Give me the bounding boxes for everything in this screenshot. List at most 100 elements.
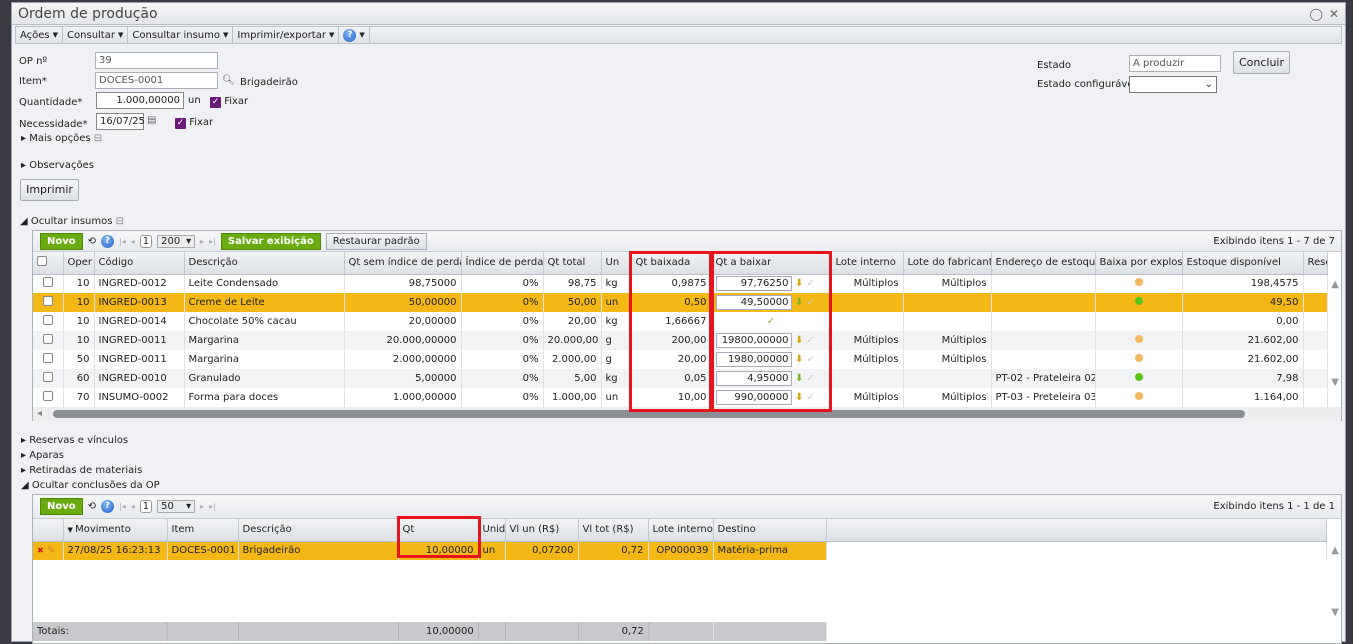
retiradas-toggle[interactable]: ▸ Retiradas de materiais (21, 465, 142, 476)
prev-page-icon[interactable]: ◂ (131, 237, 135, 246)
row-checkbox[interactable] (42, 391, 53, 401)
column-header[interactable]: Código (94, 252, 185, 275)
qt-a-baixar-input[interactable]: 4,95000 (715, 371, 792, 386)
table-row[interactable]: 70 INSUMO-0002 Forma para doces 1.000,00000… (33, 388, 1328, 407)
row-checkbox[interactable] (42, 315, 53, 325)
scroll-up-icon[interactable]: ▲ (1331, 279, 1339, 290)
row-checkbox[interactable] (42, 277, 53, 288)
prev-page-icon[interactable]: ◂ (131, 502, 135, 511)
salvar-exibicao-button[interactable]: Salvar exibição (220, 232, 321, 250)
reservas-toggle[interactable]: ▸ Reservas e vínculos (21, 435, 128, 446)
ocultar-insumos-toggle[interactable]: ◢ Ocultar insumos ⊟ (20, 216, 124, 227)
edit-pencil-icon[interactable]: ✎ (44, 545, 55, 556)
column-header[interactable]: ▼ Movimento (63, 519, 168, 542)
column-header[interactable]: Descrição (238, 519, 399, 542)
table-row[interactable]: 10 INGRED-0013 Creme de Leite 50,00000 0% 50,… (33, 293, 1328, 312)
op-number-field[interactable]: 39 (95, 52, 218, 69)
column-header[interactable]: Oper (63, 252, 95, 275)
row-checkbox[interactable] (42, 296, 53, 306)
menu-acoes[interactable]: Ações ▼ (16, 27, 64, 43)
delete-icon[interactable]: ✖ (37, 546, 44, 555)
qt-a-baixar-input[interactable]: 19800,00000 (715, 333, 792, 348)
comment-icon[interactable]: ◯ (1310, 7, 1323, 21)
column-header[interactable]: Qt (398, 519, 479, 542)
aparas-toggle[interactable]: ▸ Aparas (21, 450, 64, 461)
column-header[interactable]: Endereço de estoque (991, 252, 1096, 275)
need-date-field[interactable]: 16/07/25 (96, 113, 145, 130)
novo-button[interactable]: Novo (40, 232, 83, 250)
column-header[interactable]: Vl tot (R$) (578, 519, 649, 542)
confirm-check-icon[interactable]: ✓ (803, 373, 815, 384)
print-button[interactable]: Imprimir (20, 179, 79, 201)
qt-a-baixar-input[interactable]: 49,50000 (715, 295, 792, 310)
search-icon[interactable]: 🔍︎ (222, 75, 235, 86)
column-header[interactable]: Vl un (R$) (505, 519, 579, 542)
estado-configuravel-select[interactable]: ⌄ (1129, 76, 1217, 93)
scroll-up-icon[interactable]: ▲ (1331, 545, 1339, 556)
arrow-down-icon[interactable]: ⬇ (792, 278, 803, 289)
page-size-select[interactable]: 200 ▾ (157, 234, 196, 248)
qt-a-baixar-input[interactable]: 97,76250 (715, 276, 792, 292)
refresh-icon[interactable]: ⟲ (88, 236, 96, 247)
column-header[interactable]: Qt baixada (631, 252, 712, 275)
column-header[interactable]: Lote interno (648, 519, 714, 542)
help-icon[interactable]: ? (101, 234, 115, 248)
row-checkbox[interactable] (42, 372, 53, 382)
arrow-down-icon[interactable]: ⬇ (792, 392, 803, 403)
qt-a-baixar-input[interactable]: 1980,00000 (715, 352, 792, 367)
page-size-select[interactable]: 50 ▾ (157, 500, 196, 513)
column-header[interactable]: Qt total (543, 252, 602, 275)
confirm-check-icon[interactable]: ✓ (803, 354, 815, 365)
ocultar-conclusoes-toggle[interactable]: ◢ Ocultar conclusões da OP (21, 480, 160, 491)
table-row[interactable]: 10 INGRED-0014 Chocolate 50% cacau 20,00000… (33, 312, 1328, 331)
column-header[interactable]: Descrição (184, 252, 345, 275)
page-number-field[interactable]: 1 (139, 500, 153, 513)
horizontal-scrollbar[interactable]: ◂ (33, 407, 1341, 421)
arrow-down-icon[interactable]: ⬇ (792, 335, 803, 346)
novo-button[interactable]: Novo (40, 498, 83, 515)
concluir-button[interactable]: Concluir (1233, 51, 1290, 74)
table-row[interactable]: 50 INGRED-0011 Margarina 2.000,00000 0% 2.000… (33, 350, 1328, 369)
quantity-field[interactable]: 1.000,00000 (96, 92, 184, 109)
qt-a-baixar-input[interactable]: 990,00000 (715, 390, 792, 405)
menu-imprimir-exportar[interactable]: Imprimir/exportar ▼ (233, 27, 340, 43)
column-header[interactable]: Unid (478, 519, 506, 542)
column-header[interactable]: Destino (713, 519, 827, 542)
confirm-check-icon[interactable]: ✓ (803, 297, 815, 308)
column-header[interactable]: Estoque disponível (1182, 252, 1304, 275)
calendar-icon[interactable]: ▤ (147, 115, 156, 126)
column-header[interactable]: Lote interno (831, 252, 904, 275)
menu-consultar-insumo[interactable]: Consultar insumo ▼ (128, 27, 234, 43)
menu-consultar[interactable]: Consultar ▼ (63, 27, 129, 43)
confirm-check-icon[interactable]: ✓ (803, 392, 815, 403)
fixar-date-checkbox[interactable]: ✓ Fixar (175, 117, 213, 129)
arrow-down-icon[interactable]: ⬇ (792, 297, 803, 308)
next-page-icon[interactable]: ▸ (200, 237, 204, 246)
last-page-icon[interactable]: ▸| (209, 502, 216, 511)
table-row[interactable]: ✖ ✎ 27/08/25 16:23:13 DOCES-0001 Brigadeirã… (33, 541, 1327, 560)
restaurar-padrao-button[interactable]: Restaurar padrão (325, 232, 427, 250)
confirm-check-icon[interactable]: ✓ (803, 278, 815, 289)
help-icon[interactable]: ? (101, 500, 115, 513)
scroll-down-icon[interactable]: ▼ (1331, 607, 1339, 618)
row-checkbox[interactable] (42, 334, 53, 344)
first-page-icon[interactable]: |◂ (119, 502, 126, 511)
table-row[interactable]: 10 INGRED-0012 Leite Condensado 98,75000 0% 9… (33, 274, 1328, 293)
row-checkbox[interactable] (42, 353, 53, 363)
column-header[interactable]: Qt sem índice de perdas (344, 252, 462, 275)
table-row[interactable]: 10 INGRED-0011 Margarina 20.000,00000 0% 20.0… (33, 331, 1328, 350)
next-page-icon[interactable]: ▸ (200, 502, 204, 511)
column-header[interactable]: Baixa por explosão (1095, 252, 1183, 275)
select-all-checkbox[interactable] (37, 256, 47, 267)
table-row[interactable]: 60 INGRED-0010 Granulado 5,00000 0% 5,00 kg 0,0… (33, 369, 1328, 388)
close-icon[interactable]: ✕ (1329, 7, 1339, 21)
item-field[interactable]: DOCES-0001 (95, 72, 218, 89)
menu-help[interactable]: ? ▼ (339, 27, 370, 43)
scroll-down-icon[interactable]: ▼ (1331, 377, 1339, 388)
column-header[interactable]: Item (167, 519, 239, 542)
column-header[interactable]: Rese (1303, 252, 1328, 275)
fixar-quantity-checkbox[interactable]: ✓ Fixar (210, 96, 248, 108)
confirm-check-icon[interactable]: ✓ (803, 335, 815, 346)
first-page-icon[interactable]: |◂ (119, 237, 126, 246)
refresh-icon[interactable]: ⟲ (88, 501, 96, 512)
